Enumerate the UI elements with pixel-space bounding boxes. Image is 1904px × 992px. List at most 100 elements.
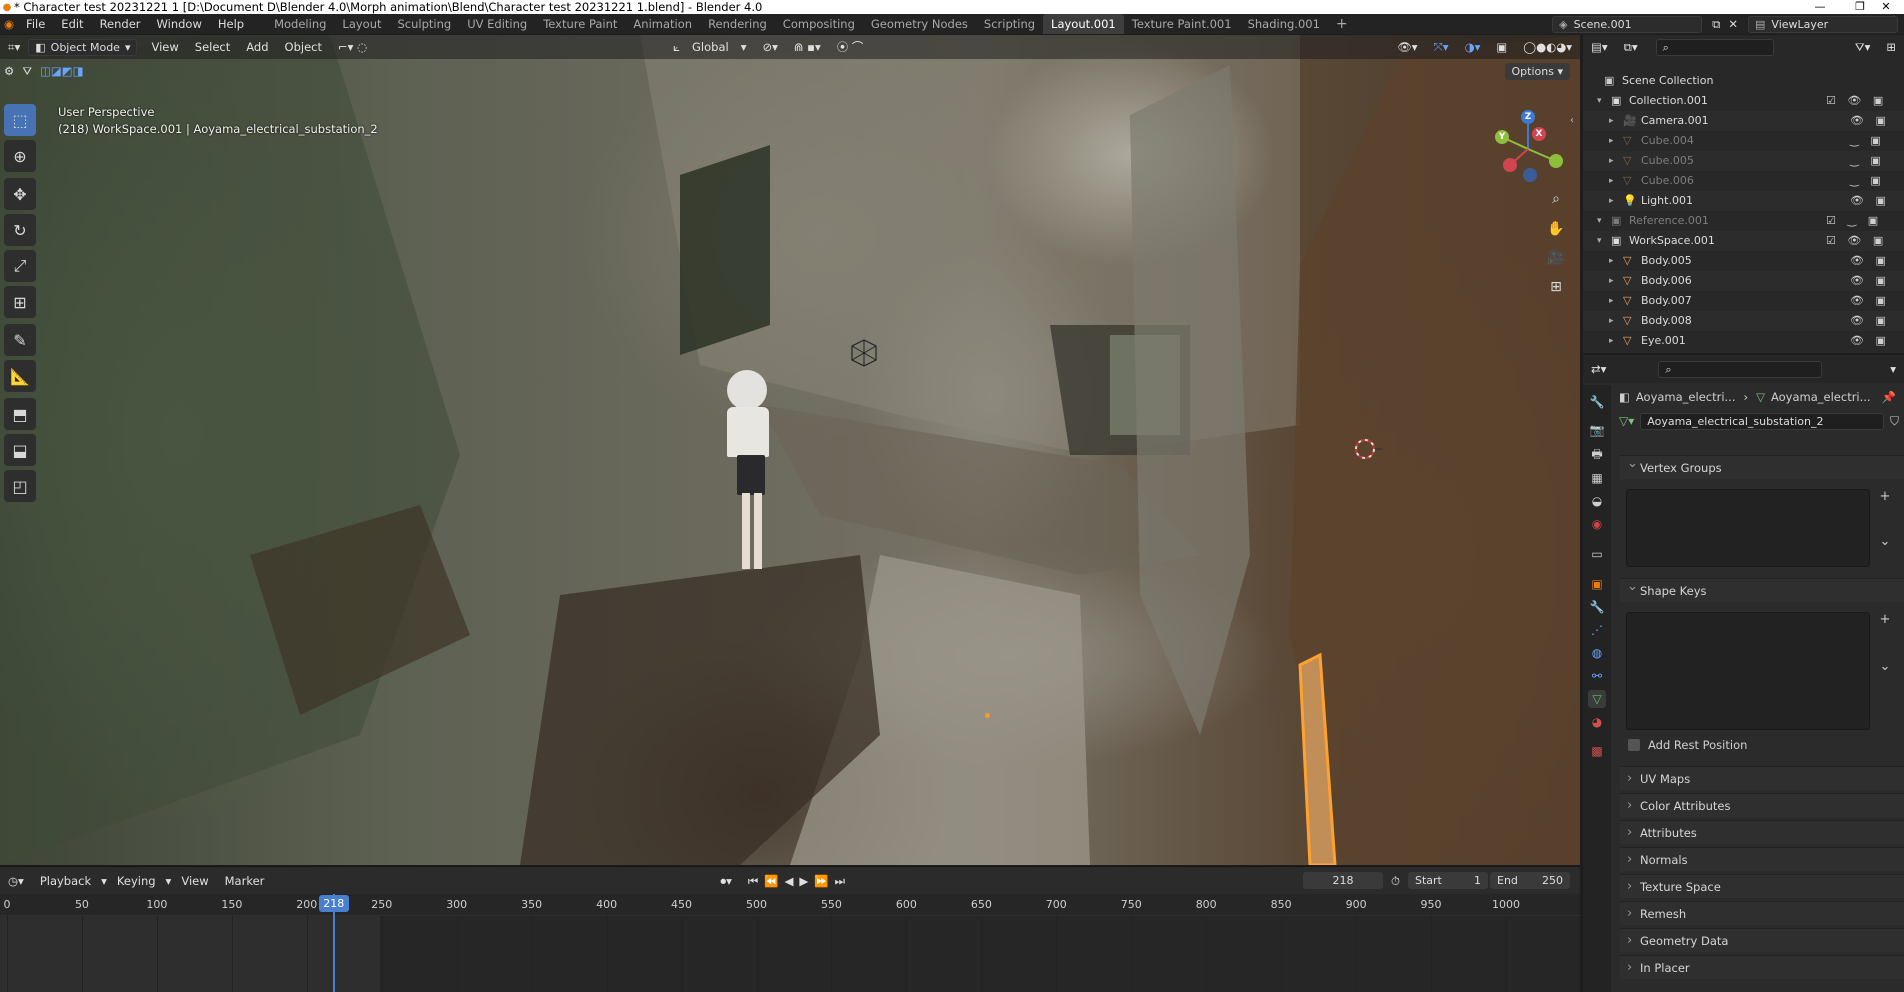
properties-section[interactable]: Color Attributes xyxy=(1620,793,1904,818)
gizmo-toggle-icon[interactable]: ⤧▾ xyxy=(1426,37,1457,57)
expand-arrow-icon[interactable]: ▸ xyxy=(1609,271,1614,291)
stopwatch-icon[interactable]: ⏱ xyxy=(1383,871,1408,891)
mode-selector[interactable]: ◧ Object Mode ▾ xyxy=(28,38,138,56)
display-mode-icon[interactable]: ⧉▾ xyxy=(1616,37,1646,57)
gizmo-neg-y[interactable] xyxy=(1549,154,1563,168)
move-tool-icon[interactable]: ✥ xyxy=(4,178,36,210)
scale-tool-icon[interactable]: ⤢ xyxy=(4,250,36,282)
properties-section[interactable]: In Placer xyxy=(1620,955,1904,980)
outliner-row[interactable]: ▾ ▣ Collection.001 ☑ 👁 ▣ xyxy=(1583,91,1904,111)
add-rest-position-checkbox[interactable] xyxy=(1628,739,1640,751)
modifier-tab-icon[interactable]: 🔧 xyxy=(1588,598,1606,616)
menu-render[interactable]: Render xyxy=(92,14,149,34)
expand-arrow-icon[interactable]: ▸ xyxy=(1609,311,1614,331)
shape-keys-section[interactable]: Shape Keys xyxy=(1620,575,1904,602)
zoom-icon[interactable]: ⌕ xyxy=(1544,187,1568,211)
outliner-scene-collection[interactable]: ▣ Scene Collection xyxy=(1583,71,1904,91)
add-vertex-group-icon[interactable]: + xyxy=(1876,488,1894,506)
visibility-toggles-icon[interactable]: 👁 ▣ xyxy=(1850,251,1890,271)
expand-arrow-icon[interactable]: ▸ xyxy=(1609,331,1614,351)
overlay-toggle-icon[interactable]: ◑▾ xyxy=(1457,37,1489,57)
object-tool-icon[interactable]: ⬓ xyxy=(4,434,36,466)
expand-arrow-icon[interactable]: ▾ xyxy=(1597,231,1602,251)
physics-tab-icon[interactable]: ◍ xyxy=(1588,644,1606,662)
vertex-groups-list[interactable] xyxy=(1626,489,1870,567)
new-scene-icon[interactable]: ⧉ xyxy=(1708,14,1724,34)
fake-user-shield-icon[interactable]: ⛉ xyxy=(1890,414,1899,429)
menu-add[interactable]: Add xyxy=(238,37,276,57)
expand-arrow-icon[interactable]: ▸ xyxy=(1609,291,1614,311)
properties-section[interactable]: Attributes xyxy=(1620,820,1904,845)
minimize-icon[interactable]: — xyxy=(1800,0,1840,14)
vertex-group-menu-icon[interactable]: ⌄ xyxy=(1876,533,1894,551)
properties-section[interactable]: Normals xyxy=(1620,847,1904,872)
chevron-down-icon[interactable]: ▾ xyxy=(1882,359,1904,379)
tab-texture-paint-001[interactable]: Texture Paint.001 xyxy=(1124,14,1240,34)
menu-timeline-view[interactable]: View xyxy=(173,871,216,891)
collection-tab-icon[interactable]: ▭ xyxy=(1588,545,1606,563)
timeline-body[interactable] xyxy=(0,916,1580,992)
timeline-ruler[interactable]: 0 50 100 150 200 250 300 350 400 450 500 550 600 650 7… xyxy=(0,894,1580,916)
options-dropdown[interactable]: Options ▾ xyxy=(1504,62,1570,80)
mesh-data-icon[interactable]: ▽▾ xyxy=(1619,414,1634,428)
character-head[interactable] xyxy=(727,370,767,410)
shading-modes-icon[interactable]: ◯●◐◕▾ xyxy=(1515,37,1580,57)
editor-type-icon[interactable]: ⌗▾ xyxy=(0,37,28,57)
measure-tool-icon[interactable]: 📐 xyxy=(4,360,36,392)
gpencil-icon[interactable]: ⌐▾ ◌ xyxy=(330,37,375,57)
transform-orientation[interactable]: Global xyxy=(688,37,733,57)
properties-section[interactable]: Remesh xyxy=(1620,901,1904,926)
tab-layout-001[interactable]: Layout.001 xyxy=(1043,14,1124,34)
pivot-point-icon[interactable]: ⊘▾ xyxy=(754,37,785,57)
sidebar-toggle-icon[interactable]: ‹ xyxy=(1570,115,1574,126)
visibility-toggles-icon[interactable]: 👁 ▣ xyxy=(1850,291,1890,311)
gizmo-y-axis[interactable]: Y xyxy=(1495,130,1509,144)
visibility-toggles-icon[interactable]: ☑ 👁 ▣ xyxy=(1826,91,1887,111)
expand-arrow-icon[interactable]: ▸ xyxy=(1609,191,1614,211)
tab-geometry-nodes[interactable]: Geometry Nodes xyxy=(863,14,976,34)
visibility-toggles-icon[interactable]: 👁 ▣ xyxy=(1850,271,1890,291)
proportional-edit-icon[interactable]: ⦿ ⌒ xyxy=(829,37,872,57)
xray-icon[interactable]: ▣ xyxy=(1488,37,1515,57)
menu-marker[interactable]: Marker xyxy=(217,871,273,891)
delete-scene-icon[interactable]: ✕ xyxy=(1724,14,1742,34)
object-tab-icon[interactable]: ▣ xyxy=(1588,575,1606,593)
outliner-editor-icon[interactable]: ▤▾ xyxy=(1583,37,1616,57)
cube-wireframe-icon[interactable] xyxy=(850,338,878,368)
tab-compositing[interactable]: Compositing xyxy=(775,14,863,34)
properties-section[interactable]: Geometry Data xyxy=(1620,928,1904,953)
close-icon[interactable]: ✕ xyxy=(1866,0,1904,14)
outliner-row[interactable]: ▸ ▽ Eye.001 👁 ▣ xyxy=(1583,331,1904,351)
menu-playback[interactable]: Playback xyxy=(32,871,99,891)
visibility-toggles-icon[interactable]: 👁 ▣ xyxy=(1850,311,1890,331)
particles-tab-icon[interactable]: ⋰ xyxy=(1588,621,1606,639)
visibility-toggles-icon[interactable]: 👁 ▣ xyxy=(1850,331,1890,351)
tab-modeling[interactable]: Modeling xyxy=(266,14,334,34)
expand-arrow-icon[interactable]: ▸ xyxy=(1609,171,1614,191)
menu-edit[interactable]: Edit xyxy=(53,14,91,34)
expand-arrow-icon[interactable]: ▸ xyxy=(1609,251,1614,271)
outliner-row[interactable]: ▾ ▣ Reference.001 ☑ ‿ ▣ xyxy=(1583,211,1904,231)
filter-icon[interactable]: ⛛ xyxy=(18,61,36,81)
tab-sculpting[interactable]: Sculpting xyxy=(390,14,460,34)
cursor-tool-icon[interactable]: ⊕ xyxy=(4,140,36,172)
menu-help[interactable]: Help xyxy=(210,14,252,34)
outliner-row[interactable]: ▸ 🎥 Camera.001 👁 ▣ xyxy=(1583,111,1904,131)
shape-key-menu-icon[interactable]: ⌄ xyxy=(1876,658,1894,676)
tab-animation[interactable]: Animation xyxy=(625,14,700,34)
ortho-grid-icon[interactable]: ⊞ xyxy=(1544,275,1568,299)
menu-file[interactable]: File xyxy=(18,14,53,34)
annotate-tool-icon[interactable]: ✎ xyxy=(4,324,36,356)
outliner-row[interactable]: ▸ ▽ Body.008 👁 ▣ xyxy=(1583,311,1904,331)
tab-shading-001[interactable]: Shading.001 xyxy=(1240,14,1328,34)
new-collection-icon[interactable]: ⊞ xyxy=(1878,37,1904,57)
properties-section[interactable]: Texture Space xyxy=(1620,874,1904,899)
visibility-icon[interactable]: 👁▾ xyxy=(1389,37,1425,57)
end-frame-field[interactable]: End 250 xyxy=(1490,872,1570,889)
tab-texture-paint[interactable]: Texture Paint xyxy=(535,14,625,34)
3d-viewport[interactable]: User Perspective (218) WorkSpace.001 | A… xyxy=(0,35,1580,865)
playhead-frame-badge[interactable]: 218 xyxy=(318,895,349,912)
outliner-row[interactable]: ▸ ▽ Body.006 👁 ▣ xyxy=(1583,271,1904,291)
start-frame-field[interactable]: Start 1 xyxy=(1408,872,1488,889)
visibility-toggles-icon[interactable]: ‿ ▣ xyxy=(1850,131,1885,151)
